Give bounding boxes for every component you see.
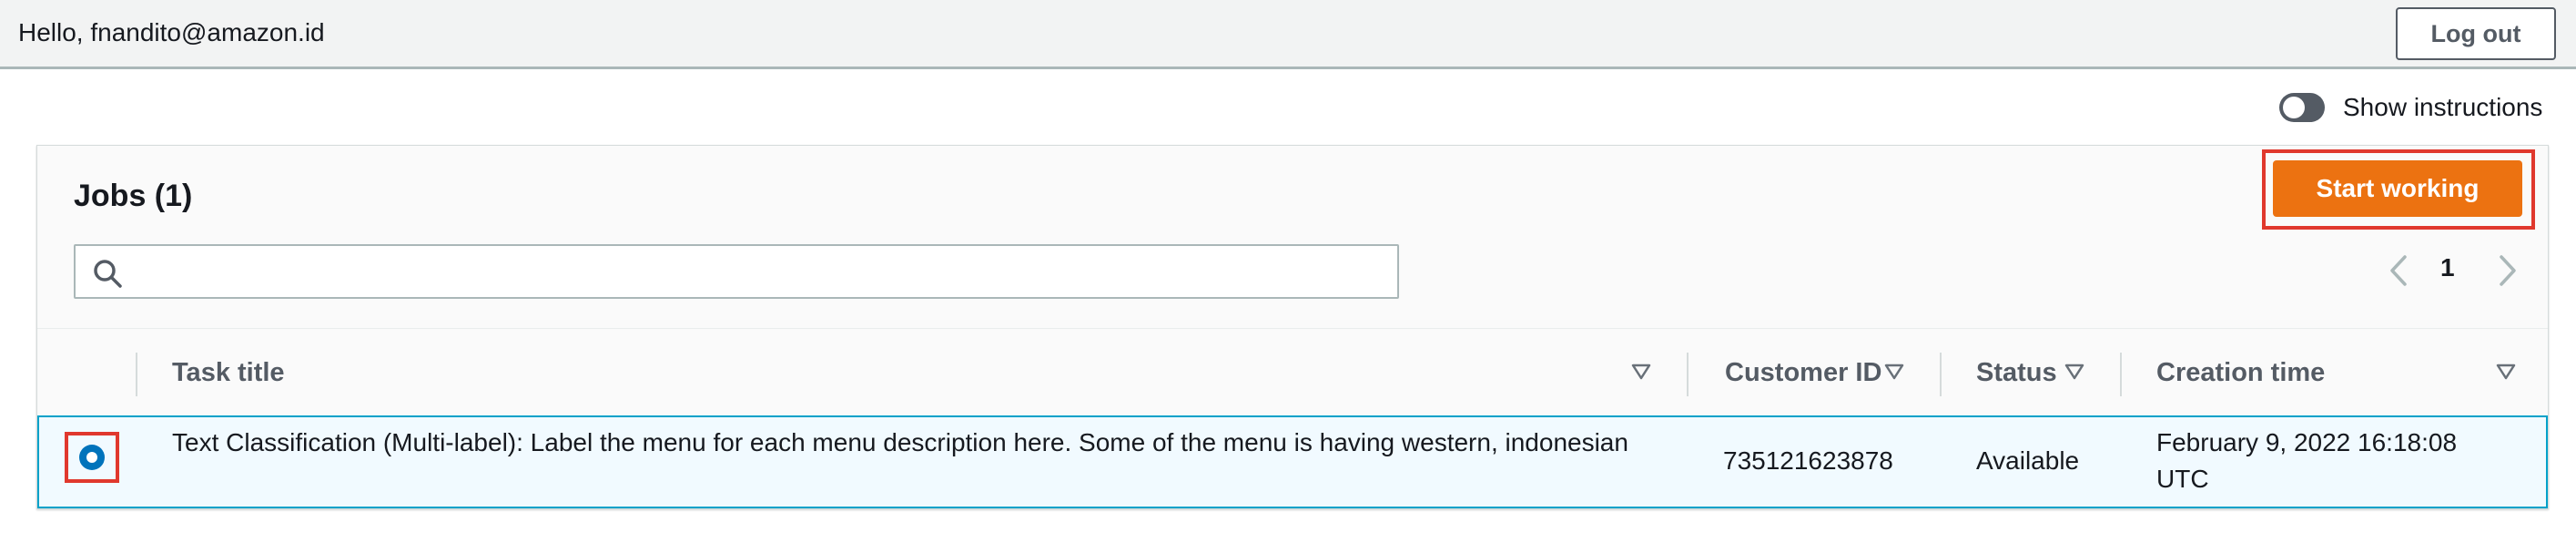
toggle-label: Show instructions <box>2343 93 2543 121</box>
row-select-radio[interactable] <box>79 445 105 470</box>
page-number[interactable]: 1 <box>2440 253 2455 282</box>
search-input[interactable] <box>134 246 1394 299</box>
chevron-right-icon[interactable] <box>2491 252 2522 289</box>
table-row[interactable]: Text Classification (Multi-label): Label… <box>37 415 2548 508</box>
sort-down-icon[interactable] <box>2495 363 2517 381</box>
toggle-switch[interactable] <box>2279 93 2325 122</box>
jobs-panel: Jobs (1) Start working 1 Task title Cust… <box>36 145 2549 509</box>
sort-down-icon[interactable] <box>2064 363 2085 381</box>
sort-down-icon[interactable] <box>1883 363 1905 381</box>
logout-button[interactable]: Log out <box>2396 7 2556 60</box>
column-separator <box>1687 353 1689 396</box>
column-header-task-title[interactable]: Task title <box>172 358 285 388</box>
toggle-knob <box>2283 97 2305 118</box>
table-header: Task title Customer ID Status Creation t… <box>37 328 2548 416</box>
cell-customer-id: 735121623878 <box>1723 446 1893 475</box>
search-icon <box>94 260 122 288</box>
column-separator <box>2120 353 2122 396</box>
top-bar: Hello, fnandito@amazon.id Log out <box>0 0 2576 69</box>
start-working-button[interactable]: Start working <box>2273 160 2522 217</box>
column-header-creation-time[interactable]: Creation time <box>2156 358 2325 388</box>
cell-task-title: Text Classification (Multi-label): Label… <box>172 428 1628 456</box>
search-box[interactable] <box>74 244 1399 299</box>
column-header-customer-id[interactable]: Customer ID <box>1725 358 1881 388</box>
sort-down-icon[interactable] <box>1630 363 1652 381</box>
radio-dot <box>86 452 97 463</box>
cell-creation-time: February 9, 2022 16:18:08 UTC <box>2156 428 2458 493</box>
jobs-title: Jobs (1) <box>74 179 193 213</box>
column-separator <box>136 353 137 396</box>
chevron-left-icon[interactable] <box>2384 252 2415 289</box>
column-header-status[interactable]: Status <box>1976 358 2057 388</box>
user-greeting: Hello, fnandito@amazon.id <box>18 18 325 46</box>
cell-status: Available <box>1976 446 2080 475</box>
show-instructions-toggle[interactable]: Show instructions <box>2279 90 2542 125</box>
column-separator <box>1940 353 1942 396</box>
